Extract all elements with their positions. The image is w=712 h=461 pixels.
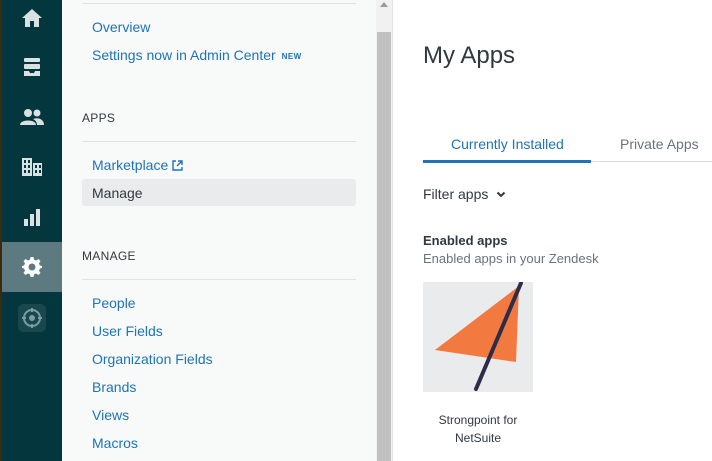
- apps-section-header: APPS: [82, 111, 116, 125]
- strongpoint-logo-icon: [435, 281, 523, 391]
- sidebar-item-macros[interactable]: Macros: [92, 435, 138, 451]
- app-name-line: NetSuite: [454, 431, 502, 445]
- sidebar-item-views[interactable]: Views: [92, 407, 129, 423]
- sidebar-item-manage[interactable]: Manage: [92, 185, 143, 201]
- enabled-apps-heading: Enabled apps: [423, 233, 508, 248]
- sidebar-item-label: Settings now in Admin Center: [92, 47, 276, 63]
- rail-reporting-button[interactable]: [2, 193, 62, 241]
- sidebar-scrollbar-thumb[interactable]: [377, 32, 391, 461]
- new-badge: NEW: [281, 52, 302, 61]
- admin-sidebar: Overview Settings now in Admin Center NEW…: [62, 0, 376, 461]
- rail-customers-button[interactable]: [2, 93, 62, 141]
- app-name-line: Strongpoint for: [438, 413, 518, 427]
- users-icon: [20, 109, 44, 125]
- page-title: My Apps: [423, 42, 516, 69]
- sidebar-item-organization-fields[interactable]: Organization Fields: [92, 351, 213, 367]
- sidebar-item-brands[interactable]: Brands: [92, 379, 136, 395]
- chevron-down-icon: [497, 191, 506, 197]
- rail-views-button[interactable]: [2, 43, 62, 91]
- sidebar-item-marketplace[interactable]: Marketplace: [92, 157, 183, 173]
- app-name-strongpoint[interactable]: Strongpoint for NetSuite: [423, 411, 533, 447]
- home-icon: [22, 9, 42, 27]
- content-separator: [392, 0, 393, 461]
- rail-app-button[interactable]: [2, 294, 62, 342]
- sidebar-top-divider: [82, 3, 356, 4]
- app-tile-strongpoint[interactable]: [423, 281, 533, 392]
- building-icon: [22, 158, 42, 176]
- rail-organizations-button[interactable]: [2, 143, 62, 191]
- sidebar-item-user-fields[interactable]: User Fields: [92, 323, 163, 339]
- sidebar-item-settings-admin-center[interactable]: Settings now in Admin Center NEW: [92, 47, 302, 63]
- enabled-apps-subheading: Enabled apps in your Zendesk: [423, 251, 599, 266]
- scroll-up-arrow-icon[interactable]: [380, 2, 388, 7]
- sidebar-item-label: Marketplace: [92, 157, 169, 173]
- reports-icon: [24, 209, 40, 226]
- tab-currently-installed[interactable]: Currently Installed: [451, 136, 564, 152]
- apps-section-divider: [82, 141, 356, 142]
- global-nav-rail: [0, 0, 62, 461]
- sidebar-item-people[interactable]: People: [92, 295, 136, 311]
- manage-section-header: MANAGE: [82, 249, 136, 263]
- manage-section-divider: [82, 279, 356, 280]
- gear-icon: [22, 257, 42, 277]
- sidebar-item-overview[interactable]: Overview: [92, 19, 150, 35]
- app-hub-icon: [18, 304, 46, 332]
- rail-home-button[interactable]: [2, 0, 62, 42]
- selected-tab-indicator: [423, 160, 591, 163]
- inbox-icon: [24, 58, 40, 76]
- filter-apps-label: Filter apps: [423, 186, 489, 202]
- external-link-icon: [172, 160, 183, 171]
- tab-private-apps[interactable]: Private Apps: [620, 136, 699, 152]
- rail-admin-button[interactable]: [2, 242, 62, 292]
- filter-apps-dropdown[interactable]: Filter apps: [423, 186, 506, 202]
